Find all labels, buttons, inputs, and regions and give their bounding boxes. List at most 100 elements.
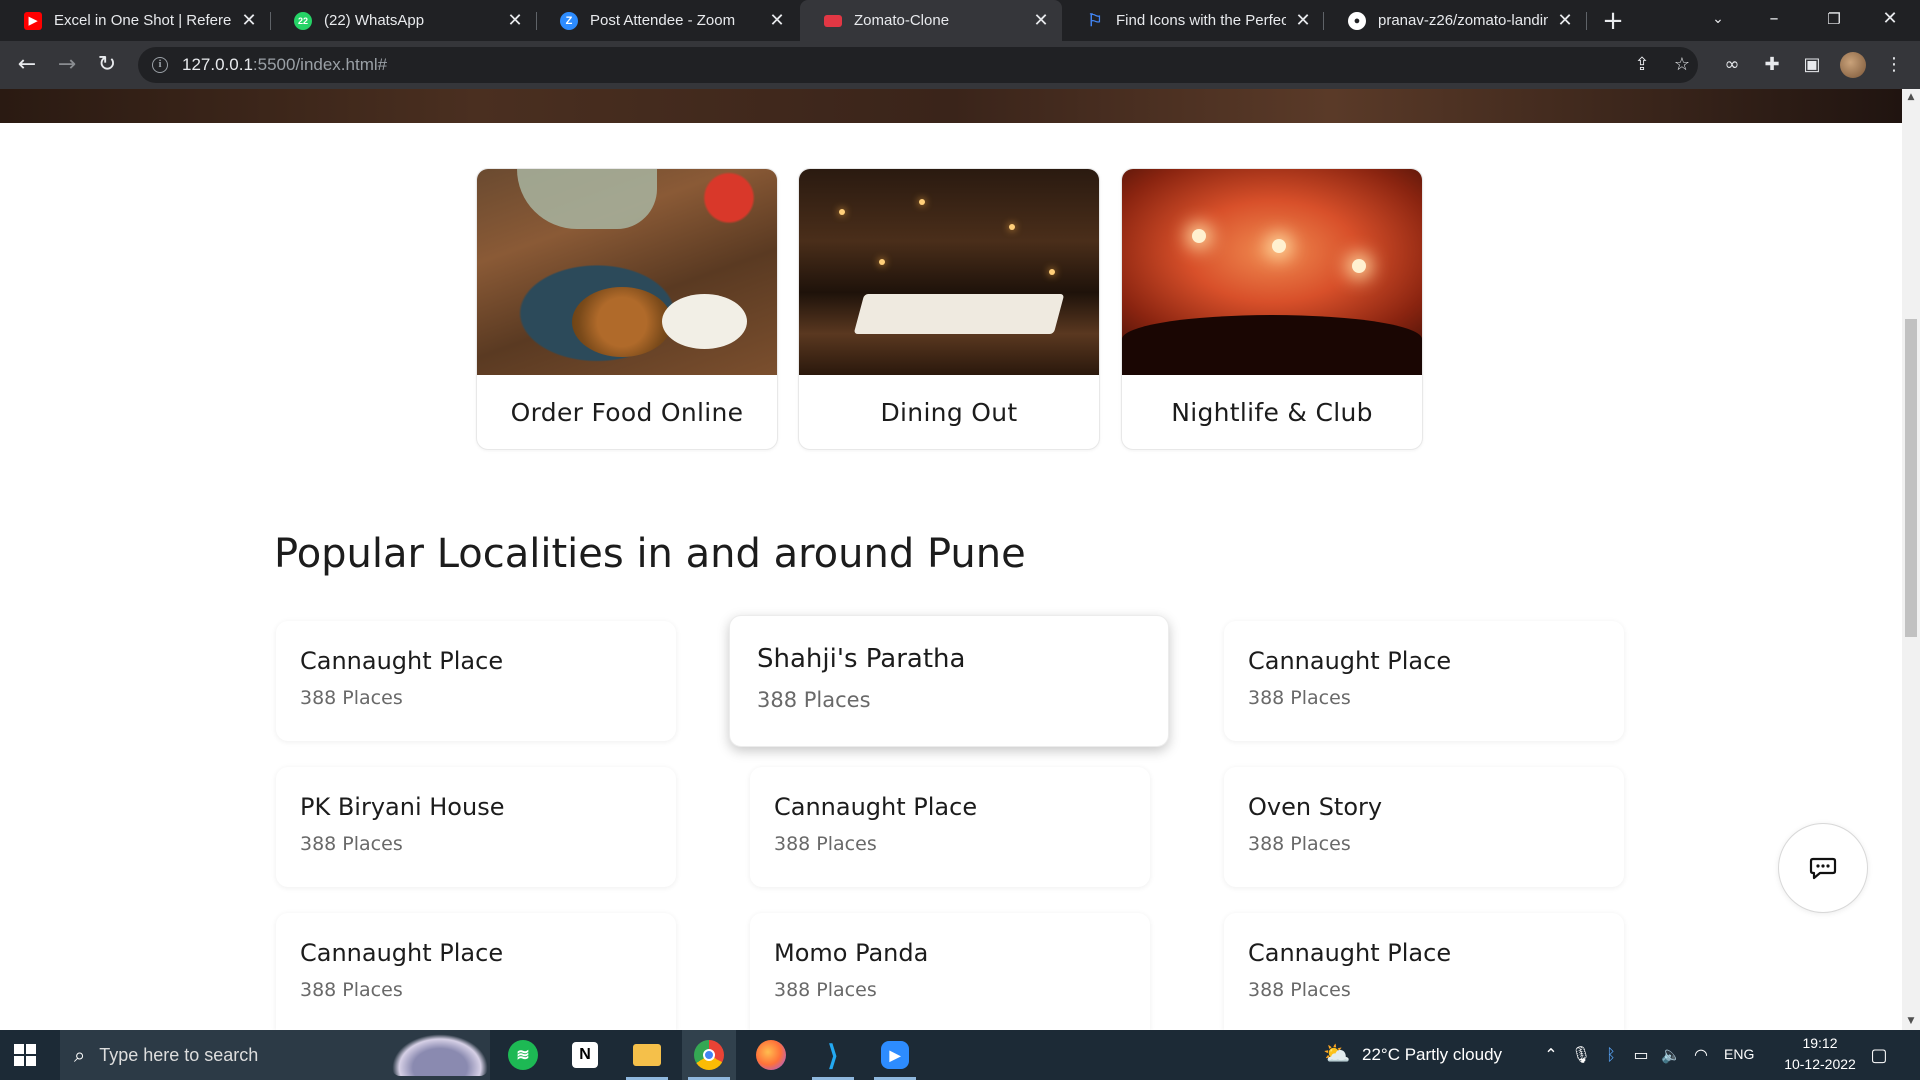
locality-count: 388 Places (774, 979, 877, 1001)
locality-name: PK Biryani House (300, 793, 505, 821)
chat-bubble-icon (1809, 857, 1837, 880)
chat-button[interactable] (1778, 823, 1868, 913)
locality-name: Cannaught Place (300, 647, 504, 675)
notion-app[interactable]: N (558, 1030, 612, 1080)
new-tab-button[interactable]: + (1598, 6, 1628, 36)
tab-zomato-clone[interactable]: Zomato-Clone ✕ (800, 0, 1062, 41)
locality-name: Oven Story (1248, 793, 1383, 821)
zoom-icon: Z (560, 11, 578, 30)
tab-zoom[interactable]: Z Post Attendee - Zoom ✕ (536, 0, 798, 41)
locality-name: Cannaught Place (300, 939, 504, 967)
locality-count: 388 Places (300, 687, 403, 709)
category-card-nightlife[interactable]: Nightlife & Club (1121, 168, 1423, 450)
locality-count: 388 Places (1248, 979, 1351, 1001)
firefox-app[interactable] (744, 1030, 798, 1080)
back-button[interactable]: ← (12, 50, 42, 80)
close-window-button[interactable]: ✕ (1862, 0, 1918, 41)
url-path: :5500/index.html# (252, 55, 388, 74)
locality-count: 388 Places (1248, 687, 1351, 709)
locality-card[interactable]: PK Biryani House 388 Places (276, 767, 676, 887)
scroll-down-arrow-icon[interactable]: ▼ (1902, 1013, 1920, 1030)
spotify-app[interactable]: ≋ (496, 1030, 550, 1080)
scrollbar-thumb[interactable] (1905, 319, 1917, 637)
zoom-app[interactable]: ▶ (868, 1030, 922, 1080)
clock-date[interactable]: 10-12-2022 (1770, 1056, 1870, 1072)
locality-count: 388 Places (300, 979, 403, 1001)
tab-search-chevron-icon[interactable]: ⌄ (1690, 0, 1746, 41)
food-plate-image (477, 169, 777, 375)
category-label: Dining Out (880, 398, 1018, 427)
chrome-app[interactable] (682, 1030, 736, 1080)
share-icon[interactable]: ⇪ (1630, 53, 1654, 77)
tab-whatsapp[interactable]: 22 (22) WhatsApp ✕ (270, 0, 536, 41)
close-tab-icon[interactable]: ✕ (506, 10, 524, 31)
forward-button[interactable]: → (52, 50, 82, 80)
tray-overflow-icon[interactable]: ⌃ (1540, 1045, 1562, 1064)
tab-find-icons[interactable]: ⚐ Find Icons with the Perfect ✕ (1062, 0, 1324, 41)
locality-card[interactable]: Momo Panda 388 Places (750, 913, 1150, 1030)
locality-name: Cannaught Place (1248, 939, 1452, 967)
localities-heading: Popular Localities in and around Pune (274, 531, 1026, 577)
locality-card[interactable]: Cannaught Place 388 Places (1224, 913, 1624, 1030)
page-scrollbar[interactable]: ▲ ▼ (1902, 89, 1920, 1030)
scroll-up-arrow-icon[interactable]: ▲ (1902, 89, 1920, 106)
reading-glasses-icon[interactable]: ∞ (1720, 53, 1744, 77)
page-viewport: Order Food Online Dining Out Nightlife &… (0, 89, 1902, 1030)
locality-card[interactable]: Cannaught Place 388 Places (276, 913, 676, 1030)
category-label: Order Food Online (510, 398, 744, 427)
address-bar[interactable]: i 127.0.0.1:5500/index.html# (138, 47, 1698, 83)
category-card-order-food[interactable]: Order Food Online (476, 168, 778, 450)
close-tab-icon[interactable]: ✕ (768, 10, 786, 31)
profile-avatar[interactable] (1840, 52, 1866, 78)
url-host: 127.0.0.1 (182, 55, 253, 74)
battery-icon[interactable]: ▭ (1630, 1045, 1652, 1064)
locality-card[interactable]: Cannaught Place 388 Places (1224, 621, 1624, 741)
tab-github[interactable]: ● pranav-z26/zomato-landinc ✕ (1324, 0, 1586, 41)
language-indicator[interactable]: ENG (1724, 1046, 1754, 1062)
close-tab-icon[interactable]: ✕ (1032, 10, 1050, 31)
firefox-icon (756, 1040, 786, 1070)
bookmark-star-icon[interactable]: ☆ (1670, 53, 1694, 77)
extensions-icon[interactable]: ✚ (1760, 53, 1784, 77)
locality-name: Cannaught Place (1248, 647, 1452, 675)
weather-icon: ⛅ (1323, 1042, 1351, 1067)
zoom-video-icon: ▶ (881, 1041, 909, 1069)
hero-banner-bottom (0, 89, 1902, 123)
locality-card-hovered[interactable]: Shahji's Paratha 388 Places (729, 615, 1169, 747)
weather-text[interactable]: 22°C Partly cloudy (1362, 1045, 1502, 1065)
reload-button[interactable]: ↻ (92, 50, 122, 80)
youtube-icon: ▶ (24, 11, 42, 30)
flag-icon: ⚐ (1087, 10, 1103, 30)
bluetooth-icon[interactable]: ᛒ (1600, 1045, 1622, 1064)
volume-icon[interactable]: 🔈 (1660, 1045, 1682, 1064)
close-tab-icon[interactable]: ✕ (240, 10, 258, 31)
file-explorer-app[interactable] (620, 1030, 674, 1080)
minimize-button[interactable]: – (1746, 0, 1802, 41)
wifi-icon[interactable]: ◠ (1690, 1045, 1712, 1064)
microphone-icon[interactable]: 🎙 (1570, 1045, 1592, 1064)
spotify-icon: ≋ (508, 1040, 538, 1070)
search-icon: ⌕ (74, 1043, 86, 1067)
zomato-icon (824, 14, 842, 27)
search-highlight-art (392, 1034, 488, 1076)
vscode-app[interactable]: ⟩ (806, 1030, 860, 1080)
side-panel-icon[interactable]: ▣ (1800, 53, 1824, 77)
vscode-icon: ⟩ (827, 1039, 839, 1071)
close-tab-icon[interactable]: ✕ (1556, 10, 1574, 31)
locality-count: 388 Places (757, 688, 871, 712)
clock-time[interactable]: 19:12 (1790, 1035, 1850, 1051)
locality-card[interactable]: Oven Story 388 Places (1224, 767, 1624, 887)
restore-button[interactable]: ❐ (1806, 0, 1862, 41)
locality-count: 388 Places (1248, 833, 1351, 855)
windows-start-button[interactable] (14, 1044, 36, 1066)
tab-excel[interactable]: ▶ Excel in One Shot | Referenc ✕ (0, 0, 270, 41)
browser-menu-icon[interactable]: ⋮ (1882, 53, 1906, 77)
category-card-dining-out[interactable]: Dining Out (798, 168, 1100, 450)
site-info-icon[interactable]: i (152, 57, 168, 73)
restaurant-interior-image (799, 169, 1099, 375)
notifications-icon[interactable]: ▢ (1868, 1045, 1890, 1066)
locality-card[interactable]: Cannaught Place 388 Places (750, 767, 1150, 887)
browser-tab-strip: ▶ Excel in One Shot | Referenc ✕ 22 (22)… (0, 0, 1920, 41)
locality-card[interactable]: Cannaught Place 388 Places (276, 621, 676, 741)
close-tab-icon[interactable]: ✕ (1294, 10, 1312, 31)
